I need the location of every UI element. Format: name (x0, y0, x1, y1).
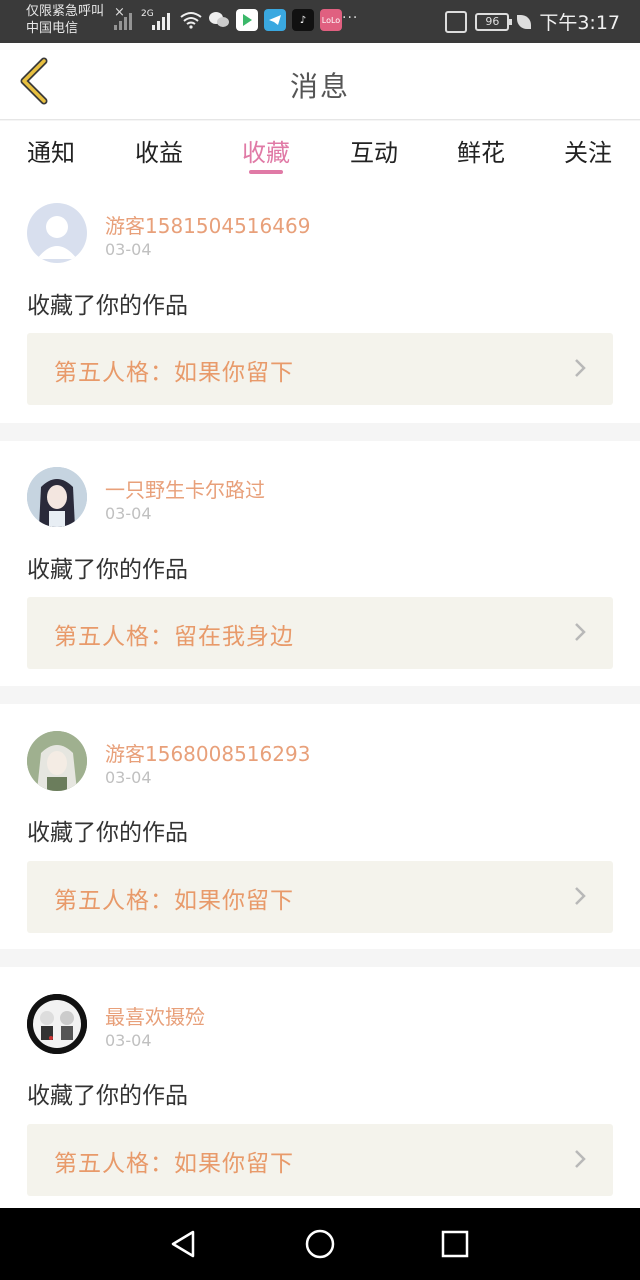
active-tab-indicator (249, 170, 283, 174)
username[interactable]: 一只野生卡尔路过 (105, 474, 265, 503)
telegram-icon (264, 9, 286, 31)
recents-square-icon[interactable] (437, 1226, 473, 1262)
username[interactable]: 游客1568008516293 (105, 738, 310, 767)
action-text: 收藏了你的作品 (27, 557, 188, 583)
more-notifications-icon: ··· (342, 10, 359, 26)
status-bar: 仅限紧急呼叫 中国电信 × 2G ♪ LoLo ··· 96 下午3:17 (0, 0, 640, 43)
chevron-right-icon (575, 887, 586, 905)
action-text: 收藏了你的作品 (27, 293, 188, 319)
work-link[interactable]: 第五人格：如果你留下 (27, 861, 613, 933)
wifi-icon (180, 12, 202, 29)
carrier-line-1: 仅限紧急呼叫 (26, 4, 105, 19)
work-title: 第五人格：如果你留下 (54, 360, 294, 386)
home-circle-icon[interactable] (302, 1226, 338, 1262)
action-text: 收藏了你的作品 (27, 820, 188, 846)
message-card: 最喜欢摄殓 03-04 收藏了你的作品 第五人格：如果你留下 (0, 967, 640, 1208)
avatar[interactable] (27, 467, 87, 527)
chevron-right-icon (575, 623, 586, 641)
battery-icon: 96 (475, 12, 513, 31)
avatar[interactable] (27, 994, 87, 1054)
avatar[interactable] (27, 731, 87, 791)
lofter-icon: LoLo (320, 9, 342, 31)
message-tabs: 通知 收益 收藏 互动 鲜花 关注 (0, 121, 640, 183)
work-title: 第五人格：留在我身边 (54, 624, 294, 650)
message-date: 03-04 (105, 504, 152, 523)
work-link[interactable]: 第五人格：如果你留下 (27, 1124, 613, 1196)
tab-notifications[interactable]: 通知 (11, 133, 91, 168)
status-time: 下午3:17 (539, 12, 620, 34)
tiktok-icon: ♪ (292, 9, 314, 31)
default-avatar-icon (37, 216, 77, 259)
play-store-icon (236, 9, 258, 31)
signal-icon (114, 12, 132, 30)
carrier-info: 仅限紧急呼叫 中国电信 (26, 3, 104, 37)
chibi-characters-avatar-icon (27, 994, 87, 1054)
signal-icon-2 (152, 12, 170, 30)
message-card: 游客1568008516293 03-04 收藏了你的作品 第五人格：如果你留下 (0, 704, 640, 949)
anime-girl-avatar-icon (27, 467, 87, 527)
notification-icons: ♪ LoLo (180, 9, 342, 31)
wechat-icon (209, 12, 229, 27)
avatar[interactable] (27, 203, 87, 263)
work-link[interactable]: 第五人格：如果你留下 (27, 333, 613, 405)
work-title: 第五人格：如果你留下 (54, 1151, 294, 1177)
username[interactable]: 最喜欢摄殓 (105, 1001, 205, 1030)
carrier-line-2: 中国电信 (26, 21, 79, 36)
status-right: 96 下午3:17 (445, 8, 620, 35)
message-card: 游客1581504516469 03-04 收藏了你的作品 第五人格：如果你留下 (0, 183, 640, 423)
tab-following[interactable]: 关注 (548, 133, 628, 168)
page-title: 消息 (289, 70, 350, 103)
anime-character-avatar-icon (27, 731, 87, 791)
app-header: 消息 (0, 43, 640, 120)
power-saving-icon (517, 14, 532, 29)
tab-favorites[interactable]: 收藏 (226, 133, 306, 168)
tab-flowers[interactable]: 鲜花 (441, 133, 521, 168)
vibrate-icon (445, 10, 468, 33)
username[interactable]: 游客1581504516469 (105, 210, 310, 239)
message-date: 03-04 (105, 768, 152, 787)
tab-interactions[interactable]: 互动 (334, 133, 414, 168)
message-card: 一只野生卡尔路过 03-04 收藏了你的作品 第五人格：留在我身边 (0, 441, 640, 686)
system-nav-bar (0, 1208, 640, 1280)
chevron-right-icon (575, 1150, 586, 1168)
chevron-right-icon (575, 359, 586, 377)
action-text: 收藏了你的作品 (27, 1083, 188, 1109)
tab-earnings[interactable]: 收益 (119, 133, 199, 168)
message-date: 03-04 (105, 240, 152, 259)
message-date: 03-04 (105, 1031, 152, 1050)
work-title: 第五人格：如果你留下 (54, 888, 294, 914)
work-link[interactable]: 第五人格：留在我身边 (27, 597, 613, 669)
back-triangle-icon[interactable] (165, 1226, 201, 1262)
